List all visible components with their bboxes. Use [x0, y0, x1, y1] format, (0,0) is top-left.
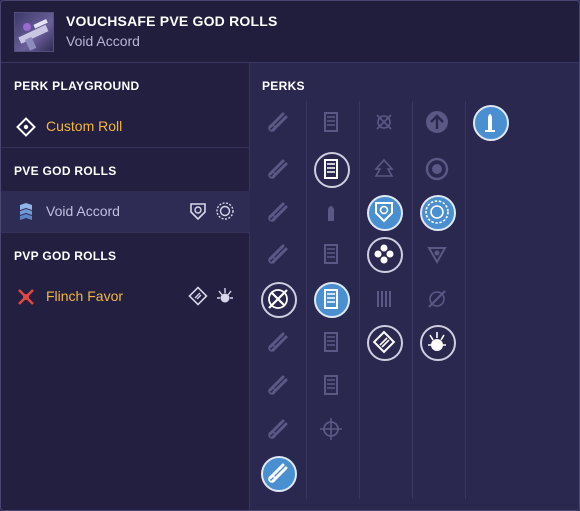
pve-god-rolls-title: PVE GOD ROLLS — [14, 164, 117, 178]
void-chevron-icon — [16, 202, 36, 222]
crosshair-icon — [320, 418, 342, 440]
roll-subtitle: Void Accord — [66, 33, 140, 49]
barrel-perk-barrels[interactable] — [261, 325, 297, 361]
column-divider — [412, 101, 413, 499]
bars-perk-trait1[interactable] — [367, 282, 403, 318]
void-ring-perk-icon — [425, 200, 449, 224]
shield-perk-icon — [375, 202, 393, 223]
barrel-crossed-perk-barrels[interactable] — [261, 282, 297, 318]
triangle-icon — [427, 247, 447, 265]
barrel-icon — [268, 159, 288, 179]
barrel-icon — [268, 419, 288, 439]
crossed-circle-perk-trait1[interactable] — [367, 105, 403, 141]
tower-perk-origin[interactable] — [473, 105, 509, 141]
shield-perk-icon — [188, 201, 208, 221]
weapon-icon — [14, 12, 54, 52]
flinch-favor-item[interactable]: Flinch Favor — [1, 276, 250, 317]
tree-perk-trait1[interactable] — [367, 152, 403, 188]
up-arrow-perk-trait2[interactable] — [420, 105, 456, 141]
barrel-perk-barrels[interactable] — [261, 368, 297, 404]
void-ring-perk-perk-trait2[interactable] — [420, 195, 456, 231]
custom-roll-item[interactable]: Custom Roll — [1, 106, 250, 147]
magazine-icon — [324, 289, 338, 309]
diamond-spiral-perk-icon — [188, 286, 208, 306]
barrel-icon — [268, 375, 288, 395]
magazine-perk-magazines[interactable] — [314, 325, 350, 361]
perk-playground-title: PERK PLAYGROUND — [14, 79, 140, 93]
magazine-perk-magazines[interactable] — [314, 152, 350, 188]
slashed-circle-icon — [428, 290, 446, 308]
magazine-icon — [324, 159, 338, 179]
magazine-icon — [324, 332, 338, 352]
magazine-icon — [324, 375, 338, 395]
barrel-icon — [268, 463, 288, 483]
tower-icon — [485, 114, 495, 132]
custom-roll-label: Custom Roll — [46, 118, 123, 134]
magazine-icon — [324, 112, 338, 132]
barrel-perk-barrels[interactable] — [261, 237, 297, 273]
magazine-perk-magazines[interactable] — [314, 105, 350, 141]
magazine-perk-magazines[interactable] — [314, 282, 350, 318]
app-window: VOUCHSAFE PVE GOD ROLLS Void Accord PERK… — [0, 0, 580, 511]
round-perk-magazines[interactable] — [314, 195, 350, 231]
barrel-perk-barrels[interactable] — [261, 152, 297, 188]
magazine-perk-magazines[interactable] — [314, 368, 350, 404]
column-divider — [306, 101, 307, 499]
column-divider — [359, 101, 360, 499]
perks-title: PERKS — [262, 79, 305, 93]
target-reticle-icon — [16, 117, 36, 137]
spiked-orb-perk-icon — [428, 332, 446, 351]
barrel-crossed-icon — [268, 289, 288, 309]
ring-icon — [425, 157, 449, 181]
perks-panel: PERKS — [250, 63, 579, 510]
barrel-icon — [268, 112, 288, 132]
triangle-perk-trait2[interactable] — [420, 237, 456, 273]
spiked-orb-perk-icon — [215, 286, 235, 306]
dpad-perk-trait1[interactable] — [367, 237, 403, 273]
header: VOUCHSAFE PVE GOD ROLLS Void Accord — [1, 1, 579, 63]
barrel-perk-barrels[interactable] — [261, 456, 297, 492]
diamond-spiral-perk-perk-trait1[interactable] — [367, 325, 403, 361]
void-ring-perk-icon — [215, 201, 235, 221]
void-accord-item[interactable]: Void Accord — [1, 191, 250, 232]
crossed-circle-icon — [376, 114, 392, 130]
dpad-icon — [374, 244, 394, 264]
column-divider — [465, 101, 466, 499]
flinch-favor-label: Flinch Favor — [46, 288, 124, 304]
slashed-circle-perk-trait2[interactable] — [420, 282, 456, 318]
pvp-god-rolls-title: PVP GOD ROLLS — [14, 249, 117, 263]
magazine-icon — [324, 244, 338, 264]
spiked-orb-perk-perk-trait2[interactable] — [420, 325, 456, 361]
divider — [1, 232, 250, 233]
barrel-icon — [268, 202, 288, 222]
barrel-icon — [268, 244, 288, 264]
crossed-x-icon — [16, 287, 36, 307]
barrel-perk-barrels[interactable] — [261, 105, 297, 141]
void-accord-label: Void Accord — [46, 203, 120, 219]
magazine-perk-magazines[interactable] — [314, 237, 350, 273]
ring-perk-trait2[interactable] — [420, 152, 456, 188]
diamond-spiral-perk-icon — [372, 330, 396, 354]
barrel-perk-barrels[interactable] — [261, 195, 297, 231]
bars-icon — [377, 291, 391, 307]
round-icon — [328, 206, 334, 221]
tree-icon — [374, 158, 394, 177]
weapon-title: VOUCHSAFE PVE GOD ROLLS — [66, 13, 278, 29]
divider — [1, 147, 250, 148]
crosshair-perk-magazines[interactable] — [314, 412, 350, 448]
shield-perk-perk-trait1[interactable] — [367, 195, 403, 231]
up-arrow-icon — [426, 111, 448, 133]
barrel-icon — [268, 332, 288, 352]
barrel-perk-barrels[interactable] — [261, 412, 297, 448]
sidebar: PERK PLAYGROUND Custom Roll PVE GOD ROLL… — [1, 63, 250, 510]
